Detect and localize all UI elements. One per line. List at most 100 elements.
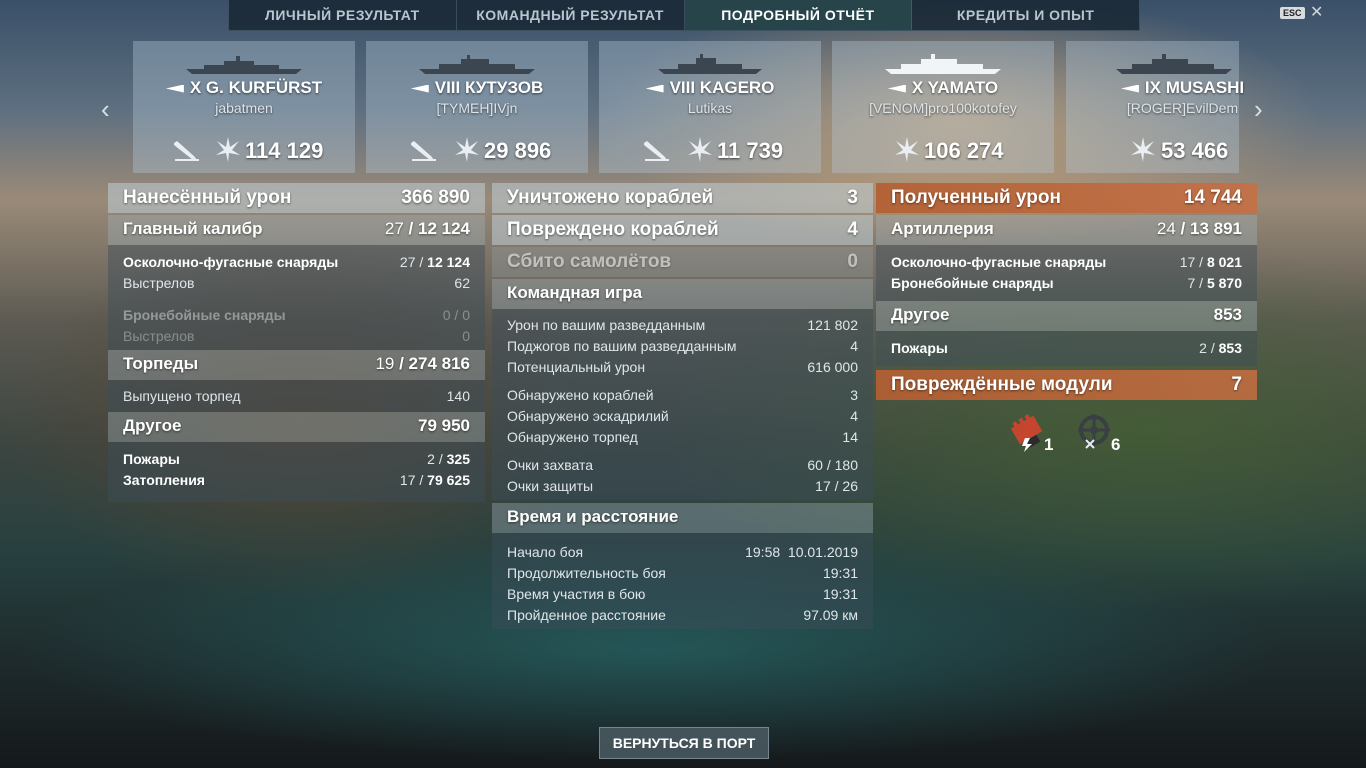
received-ap-label: Бронебойные снаряды <box>891 275 1054 291</box>
main-battery-hits: 27 <box>384 219 404 238</box>
torpedoes-damage: 274 816 <box>408 354 470 373</box>
tab-personal-result[interactable]: ЛИЧНЫЙ РЕЗУЛЬТАТ <box>229 0 457 30</box>
ship-silhouette-icon <box>1116 54 1232 74</box>
floods-row: Затопления 17 / 79 625 <box>123 472 470 488</box>
close-icon[interactable]: ✕ <box>1310 2 1323 22</box>
shell-burst-icon <box>895 137 919 162</box>
ap-shells-row: Бронебойные снаряды 0 / 0 <box>108 304 485 325</box>
tab-team-result[interactable]: КОМАНДНЫЙ РЕЗУЛЬТАТ <box>457 0 685 30</box>
damaged-modules-icons: 1 6 <box>876 400 1257 460</box>
battleship-class-icon <box>887 84 906 93</box>
ships-destroyed-label: Уничтожено кораблей <box>507 187 714 208</box>
torpedoes-launched-value: 140 <box>446 388 470 404</box>
received-damage-label: Полученный урон <box>891 187 1061 208</box>
participation-time-row: Время участия в бою 19:31 <box>492 583 873 604</box>
dealt-damage-value: 366 890 <box>401 187 470 208</box>
fires-damage: 325 <box>446 451 470 467</box>
prev-arrow-icon[interactable]: ‹ <box>101 94 110 125</box>
damage-value: 29 896 <box>484 138 552 163</box>
engine-damage-count: 1 <box>1044 435 1054 454</box>
spotted-ships-label: Обнаружено кораблей <box>507 387 654 403</box>
ships-destroyed-value: 3 <box>847 187 858 208</box>
spotting-fires-value: 4 <box>850 338 858 354</box>
he-shells-damage: 12 124 <box>427 254 470 270</box>
received-he-damage: 8 021 <box>1206 254 1242 270</box>
spotting-row: Обнаружено эскадрилий 4 <box>492 405 873 426</box>
other-damage-details: Пожары 2 / 325 Затопления 17 / 79 625 <box>108 442 485 502</box>
main-battery-label: Главный калибр <box>123 219 263 238</box>
torpedo-icon <box>411 141 436 161</box>
battle-duration-label: Продолжительность боя <box>507 565 666 581</box>
spotting-row: Обнаружено торпед 14 <box>492 426 873 447</box>
ship-name: VIII KAGERO <box>669 78 775 97</box>
received-fires-damage: 853 <box>1218 340 1242 356</box>
spotted-ships-value: 3 <box>850 387 858 403</box>
received-he-label: Осколочно-фугасные снаряды <box>891 254 1107 270</box>
player-name: jabatmen <box>215 100 273 116</box>
player-name: [VENOM]pro100kotofey <box>869 100 1017 116</box>
battle-start-row: Начало боя 19:58 10.01.2019 <box>492 541 873 562</box>
ap-shots-row: Выстрелов 0 <box>108 325 485 346</box>
ap-shots-value: 0 <box>462 328 470 344</box>
floods-damage: 79 625 <box>427 472 470 488</box>
torpedo-icon <box>644 141 669 161</box>
received-he-row: Осколочно-фугасные снаряды 17 / 8 021 <box>891 254 1242 270</box>
he-shells-row: Осколочно-фугасные снаряды 27 / 12 124 <box>123 254 470 270</box>
battle-start-value: 19:58 10.01.2019 <box>745 544 858 560</box>
artillery-damage: 13 891 <box>1190 219 1242 238</box>
ship-name: X G. KURFÜRST <box>189 78 323 97</box>
received-damage-header: Полученный урон 14 744 <box>876 183 1257 213</box>
received-other-value: 853 <box>1213 305 1242 324</box>
he-shells-hits: 27 <box>399 254 416 270</box>
esc-key-hint: ESC <box>1280 7 1305 19</box>
torpedoes-launched-row: Выпущено торпед 140 <box>108 385 485 406</box>
ship-silhouette-icon <box>419 55 535 74</box>
defense-points-label: Очки защиты <box>507 478 594 494</box>
spotted-torpedoes-label: Обнаружено торпед <box>507 429 638 445</box>
fires-row: Пожары 2 / 325 <box>123 451 470 467</box>
received-fires-label: Пожары <box>891 340 948 356</box>
fires-label: Пожары <box>123 451 180 467</box>
ship-card: VIII KAGERO Lutikas 11 739 <box>599 41 821 173</box>
battle-duration-value: 19:31 <box>822 565 858 581</box>
time-distance-header: Время и расстояние <box>492 503 873 533</box>
teamplay-row: Урон по вашим разведданным 121 802 <box>492 314 873 335</box>
ship-name: IX MUSASHI <box>1144 78 1245 97</box>
battle-start-label: Начало боя <box>507 544 584 560</box>
damaged-modules-header: Повреждённые модули 7 <box>876 370 1257 400</box>
capture-row: Очки защиты 17 / 26 <box>492 475 873 496</box>
other-damage-label: Другое <box>123 416 182 435</box>
teamplay-row: Поджогов по вашим разведданным 4 <box>492 335 873 356</box>
damage-value: 106 274 <box>924 138 1004 163</box>
ship-card: X G. KURFÜRST jabatmen 114 129 <box>133 41 355 173</box>
torpedoes-details: Выпущено торпед 140 <box>108 380 485 412</box>
received-damage-panel: Полученный урон 14 744 Артиллерия 24 / 1… <box>876 183 1257 460</box>
potential-damage-label: Потенциальный урон <box>507 359 646 375</box>
player-name: [ROGER]EvilDem <box>1126 100 1239 116</box>
he-shots-label: Выстрелов <box>123 275 195 291</box>
torpedoes-label: Торпеды <box>123 354 199 373</box>
steering-gear-icon[interactable] <box>1074 412 1114 452</box>
tab-credits-xp[interactable]: КРЕДИТЫ И ОПЫТ <box>912 0 1139 30</box>
distance-row: Пройденное расстояние 97.09 км <box>492 604 873 625</box>
received-he-hits: 17 <box>1179 254 1196 270</box>
planes-shot-label: Сбито самолётов <box>507 251 672 272</box>
floods-count: 17 <box>399 472 416 488</box>
teamplay-header: Командная игра <box>492 279 873 309</box>
shell-burst-icon <box>688 137 712 162</box>
ship-name: X YAMATO <box>911 78 999 97</box>
fires-count: 2 <box>427 451 435 467</box>
return-to-port-button[interactable]: ВЕРНУТЬСЯ В ПОРТ <box>599 727 769 759</box>
other-damage-value: 79 950 <box>418 416 470 435</box>
artillery-header: Артиллерия 24 / 13 891 <box>876 215 1257 245</box>
capture-points-label: Очки захвата <box>507 457 594 473</box>
received-fires-count: 2 <box>1199 340 1207 356</box>
torpedoes-hits: 19 <box>375 354 395 373</box>
result-tabs: ЛИЧНЫЙ РЕЗУЛЬТАТ КОМАНДНЫЙ РЕЗУЛЬТАТ ПОД… <box>228 0 1140 31</box>
battle-duration-row: Продолжительность боя 19:31 <box>492 562 873 583</box>
spotting-damage-value: 121 802 <box>807 317 858 333</box>
dealt-damage-panel: Нанесённый урон 366 890 Главный калибр 2… <box>108 183 485 502</box>
tab-detailed-report[interactable]: ПОДРОБНЫЙ ОТЧЁТ <box>684 0 913 30</box>
ship-card: VIII КУТУЗОВ [TYMEH]IVjn 29 896 <box>366 41 588 173</box>
he-shells-label: Осколочно-фугасные снаряды <box>123 254 339 270</box>
